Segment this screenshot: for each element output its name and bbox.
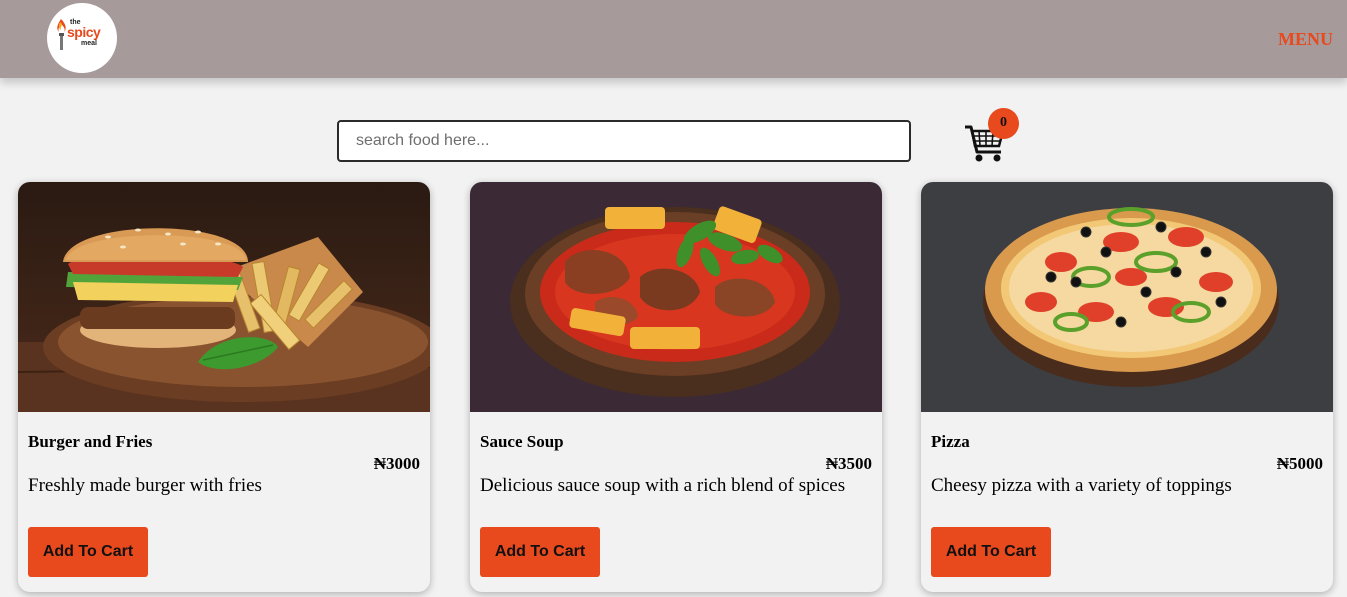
logo-line-meal: meal <box>81 40 97 47</box>
product-image-burger <box>18 182 430 412</box>
product-card: Sauce Soup ₦3500 Delicious sauce soup wi… <box>470 182 882 592</box>
add-to-cart-button[interactable]: Add To Cart <box>480 527 600 577</box>
product-description: Freshly made burger with fries <box>28 475 262 496</box>
product-price: ₦3500 <box>825 454 872 473</box>
product-price: ₦3000 <box>373 454 420 473</box>
cart-count-badge: 0 <box>988 108 1019 139</box>
product-price: ₦5000 <box>1276 454 1323 473</box>
add-to-cart-button[interactable]: Add To Cart <box>28 527 148 577</box>
navbar: the spicy meal MENU <box>0 0 1347 78</box>
product-image-sauce-soup <box>470 182 882 412</box>
search-input[interactable] <box>337 120 911 162</box>
brand-logo[interactable]: the spicy meal <box>47 3 117 73</box>
product-image-pizza <box>921 182 1333 412</box>
logo-line-spicy: spicy <box>67 24 101 40</box>
product-name: Sauce Soup <box>480 432 564 451</box>
product-name: Burger and Fries <box>28 432 153 451</box>
torch-icon <box>57 19 66 50</box>
product-description: Delicious sauce soup with a rich blend o… <box>480 475 846 496</box>
add-to-cart-button[interactable]: Add To Cart <box>931 527 1051 577</box>
product-card: Pizza ₦5000 Cheesy pizza with a variety … <box>921 182 1333 592</box>
product-name: Pizza <box>931 432 970 451</box>
menu-link[interactable]: MENU <box>1278 29 1333 50</box>
product-card: Burger and Fries ₦3000 Freshly made burg… <box>18 182 430 592</box>
product-description: Cheesy pizza with a variety of toppings <box>931 475 1232 496</box>
